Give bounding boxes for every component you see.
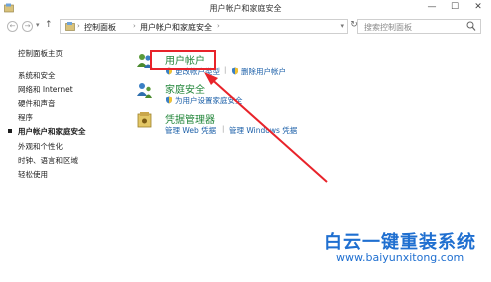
sidebar-item-system-security[interactable]: 系统和安全 — [18, 70, 56, 81]
link-divider: | — [224, 66, 227, 74]
breadcrumb-separator: › — [217, 22, 220, 30]
address-dropdown-icon[interactable]: ▾ — [340, 22, 344, 30]
sidebar-item-network[interactable]: 网络和 Internet — [18, 84, 73, 95]
window-title: 用户帐户和家庭安全 — [209, 4, 282, 13]
manage-windows-credentials-link[interactable]: 管理 Windows 凭据 — [229, 125, 297, 136]
sidebar-item-user-accounts[interactable]: 用户帐户和家庭安全 — [18, 126, 86, 137]
shield-icon — [166, 96, 172, 104]
sidebar-item-appearance[interactable]: 外观和个性化 — [18, 141, 63, 152]
forward-button[interactable]: → — [22, 21, 33, 32]
credential-manager-icon[interactable] — [136, 111, 154, 129]
setup-family-safety-link[interactable]: 为用户设置家庭安全 — [175, 95, 243, 106]
back-button[interactable]: ← — [7, 21, 18, 32]
category-title-family-safety[interactable]: 家庭安全 — [165, 81, 205, 96]
recent-locations-icon[interactable]: ▾ — [36, 21, 40, 29]
manage-web-credentials-link[interactable]: 管理 Web 凭据 — [165, 125, 216, 136]
breadcrumb-control-panel[interactable]: 控制面板 — [84, 22, 116, 33]
remove-user-account-link[interactable]: 删除用户帐户 — [241, 66, 286, 77]
sidebar-item-hardware[interactable]: 硬件和声音 — [18, 98, 56, 109]
breadcrumb-separator: › — [133, 22, 136, 30]
maximize-button[interactable]: ☐ — [444, 0, 466, 14]
sidebar-item-ease-of-access[interactable]: 轻松使用 — [18, 169, 48, 180]
sidebar-item-programs[interactable]: 程序 — [18, 112, 33, 123]
link-divider: | — [222, 125, 225, 133]
watermark-url: www.baiyunxitong.com — [336, 251, 465, 264]
navigation-bar: ← → ▾ ↑ › 控制面板 › 用户帐户和家庭安全 › ▾ ↻ 搜索控制面板 — [0, 16, 491, 38]
control-panel-small-icon — [65, 22, 75, 31]
up-button[interactable]: ↑ — [45, 20, 53, 30]
category-title-credential-manager[interactable]: 凭据管理器 — [165, 111, 215, 126]
breadcrumb-separator: › — [77, 22, 80, 30]
minimize-button[interactable]: — — [421, 0, 443, 14]
title-bar: 用户帐户和家庭安全 — ☐ ✕ — [0, 0, 491, 16]
shield-icon — [232, 67, 238, 75]
sidebar-item-clock-region[interactable]: 时钟、语言和区域 — [18, 155, 78, 166]
search-input[interactable]: 搜索控制面板 — [364, 22, 412, 33]
address-bar[interactable]: › 控制面板 › 用户帐户和家庭安全 › ▾ — [60, 19, 348, 34]
selected-indicator — [8, 129, 12, 133]
breadcrumb-user-accounts[interactable]: 用户帐户和家庭安全 — [140, 22, 212, 33]
family-safety-icon[interactable] — [136, 81, 154, 99]
search-box[interactable]: 搜索控制面板 — [357, 19, 481, 34]
close-button[interactable]: ✕ — [467, 0, 489, 14]
search-icon[interactable] — [466, 21, 476, 32]
sidebar-item-home[interactable]: 控制面板主页 — [18, 48, 63, 59]
highlight-box — [150, 50, 216, 70]
